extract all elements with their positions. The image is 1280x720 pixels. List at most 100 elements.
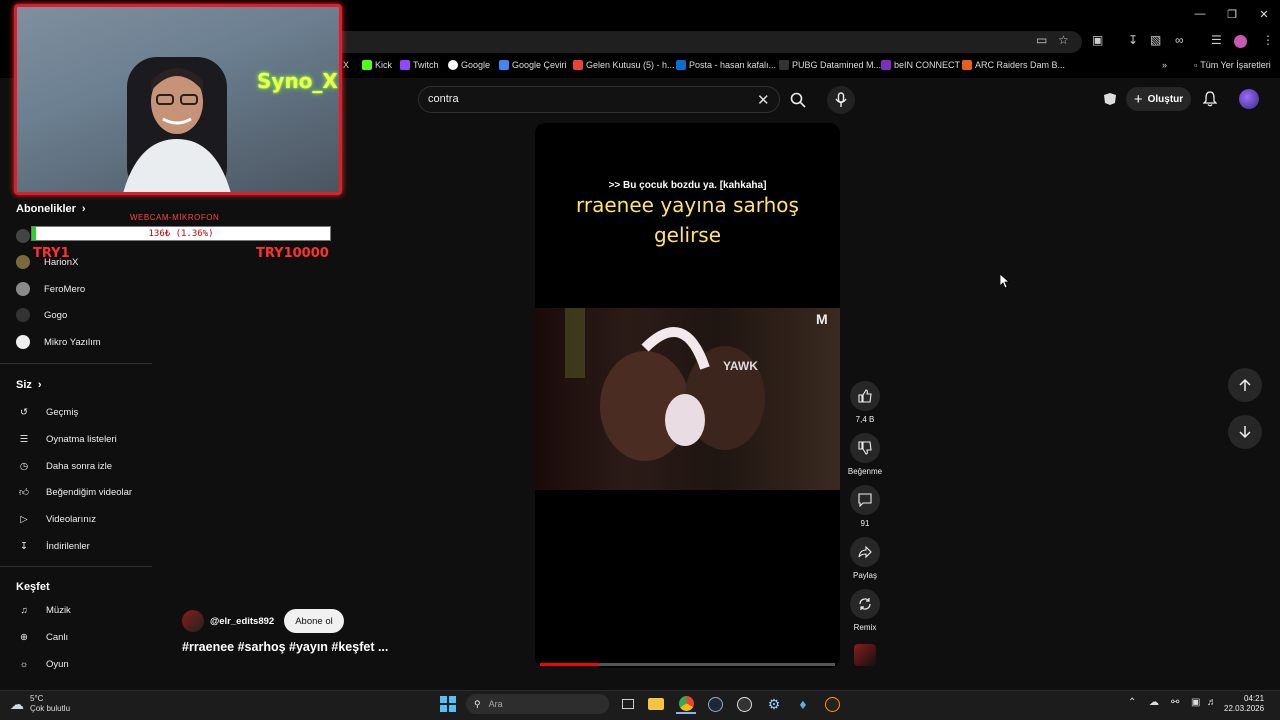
mail-icon: [676, 60, 686, 70]
svg-text:YAWK: YAWK: [723, 359, 758, 373]
download-icon[interactable]: ↧: [1128, 33, 1138, 47]
settings-gear-icon[interactable]: ⚙: [764, 694, 784, 714]
close-window-icon[interactable]: ✕: [1248, 0, 1280, 28]
bookmark-item[interactable]: Gelen Kutusu (5) - h...: [573, 60, 675, 70]
translate-icon[interactable]: ▧: [1150, 33, 1161, 47]
folder-icon: ▫: [1194, 60, 1198, 70]
explore-heading: Keşfet: [16, 581, 50, 593]
display-icon[interactable]: ▣: [1191, 697, 1200, 708]
search-input[interactable]: [418, 86, 780, 113]
bookmark-item[interactable]: Kick: [362, 60, 392, 70]
sidebar-item-music[interactable]: ♫ Müzik: [16, 602, 70, 618]
bein-icon: [881, 60, 891, 70]
bookmark-item[interactable]: PUBG Datamined M...: [779, 60, 881, 70]
chrome-icon[interactable]: [676, 694, 696, 714]
bookmark-item[interactable]: Google Çeviri: [499, 60, 567, 70]
subscriptions-heading[interactable]: Abonelikler ›: [16, 203, 86, 215]
volume-icon[interactable]: ♬: [1207, 697, 1217, 708]
sidebar-item-gaming[interactable]: ☼ Oyun: [16, 656, 69, 672]
gmail-icon: [573, 60, 583, 70]
task-view-icon[interactable]: [618, 694, 638, 714]
pubg-icon: [779, 60, 789, 70]
weather-widget[interactable]: ☁ 5°C Çok bulutlu: [10, 694, 70, 714]
next-short-button[interactable]: [1228, 415, 1262, 449]
sidebar-item-subscription[interactable]: Gogo: [16, 308, 67, 322]
sound-thumbnail[interactable]: [854, 644, 876, 666]
media-player-icon[interactable]: [822, 694, 842, 714]
search-button[interactable]: [781, 86, 815, 113]
taskbar: [0, 690, 1280, 720]
comment-icon: [858, 493, 872, 507]
twitch-icon: [400, 60, 410, 70]
bookmark-star-icon[interactable]: ☆: [1058, 33, 1069, 47]
share-button[interactable]: Paylaş: [846, 537, 884, 580]
short-title[interactable]: #rraenee #sarhoş #yayın #keşfet ...: [182, 640, 388, 654]
shorts-player[interactable]: >> Bu çocuk bozdu ya. [kahkaha] rraenee …: [535, 123, 840, 668]
video-progress-bar[interactable]: [540, 663, 835, 666]
notifications-bell-icon[interactable]: [1201, 90, 1219, 108]
channel-avatar: [16, 255, 30, 269]
cast-icon[interactable]: [1101, 90, 1119, 108]
steam-icon[interactable]: [705, 694, 725, 714]
previous-short-button[interactable]: [1228, 368, 1262, 402]
like-button[interactable]: 7,4 B: [846, 381, 884, 424]
sidebar-item-live[interactable]: ⊕ Canlı: [16, 629, 68, 645]
file-explorer-icon[interactable]: [646, 694, 666, 714]
mic-tray-icon[interactable]: ⚯: [1171, 697, 1179, 708]
sidebar-item-subscription[interactable]: Mikro Yazılım: [16, 335, 101, 349]
account-avatar[interactable]: [1239, 89, 1259, 109]
create-button[interactable]: + Oluştur: [1126, 87, 1191, 111]
sidebar-item-liked[interactable]: 👍︎ Beğendiğim videolar: [16, 484, 132, 500]
menu-dots-icon[interactable]: ⋮: [1262, 33, 1274, 47]
sidebar: Abonelikler › HarionX FeroMero Gogo Mikro…: [0, 195, 152, 690]
voice-search-button[interactable]: [827, 86, 855, 114]
obs-icon[interactable]: [734, 694, 754, 714]
profile-avatar[interactable]: [1234, 35, 1247, 48]
bookmark-item[interactable]: X: [343, 60, 349, 70]
network-cloud-icon[interactable]: ☁: [1149, 697, 1159, 708]
channel-avatar: [16, 229, 30, 243]
sidebar-item-subscription[interactable]: FeroMero: [16, 282, 85, 296]
bookmark-item[interactable]: ARC Raiders Dam B...: [962, 60, 1065, 70]
neon-sign: Syno_X: [257, 69, 338, 93]
taskbar-search[interactable]: ⚲ Ara: [466, 694, 609, 714]
app-icon[interactable]: ♦: [793, 694, 813, 714]
you-heading[interactable]: Siz ›: [16, 379, 42, 391]
bookmark-item[interactable]: Google: [448, 60, 490, 70]
subscribe-button[interactable]: Abone ol: [284, 609, 344, 633]
dislike-button[interactable]: Beğenme: [846, 433, 884, 476]
url-field[interactable]: [330, 31, 1082, 53]
channel-row: @elr_edits892 Abone ol: [182, 609, 344, 633]
bookmark-item[interactable]: Posta - hasan kafalı...: [676, 60, 776, 70]
install-app-icon[interactable]: ▭: [1036, 33, 1047, 47]
link-icon[interactable]: ∞: [1175, 33, 1184, 47]
search-icon: [790, 92, 806, 108]
remix-icon: [859, 598, 871, 610]
sidebar-item-playlists[interactable]: ☰ Oynatma listeleri: [16, 431, 117, 447]
divider: [0, 363, 152, 364]
channel-name[interactable]: @elr_edits892: [210, 616, 274, 627]
minimize-icon[interactable]: —: [1184, 0, 1216, 28]
sidebar-item-watch-later[interactable]: ◷ Daha sonra izle: [16, 458, 112, 474]
tray-chevron-up-icon[interactable]: ⌃: [1128, 697, 1136, 708]
sidebar-item-your-videos[interactable]: ▷ Videolarınız: [16, 511, 96, 527]
media-control-icon[interactable]: ☰: [1211, 33, 1222, 47]
extensions-icon[interactable]: ▣: [1092, 33, 1103, 47]
sidebar-item-downloads[interactable]: ↧ İndirilenler: [16, 538, 90, 554]
chevron-right-icon: ›: [37, 379, 42, 391]
sidebar-item-subscription[interactable]: [16, 229, 30, 243]
restore-icon[interactable]: ❐: [1216, 0, 1248, 28]
streamer-image: [123, 57, 231, 192]
taskbar-clock[interactable]: 04:21 22.03.2026: [1224, 694, 1264, 714]
remix-button[interactable]: Remix: [846, 589, 884, 632]
donation-min: TRY1: [33, 246, 70, 261]
all-bookmarks[interactable]: ▫ Tüm Yer İşaretleri: [1194, 60, 1271, 70]
channel-avatar[interactable]: [182, 610, 204, 632]
sidebar-item-history[interactable]: ↺ Geçmiş: [16, 404, 78, 420]
more-bookmarks-icon[interactable]: »: [1162, 60, 1167, 70]
windows-start-icon[interactable]: [438, 694, 458, 714]
bookmark-item[interactable]: Twitch: [400, 60, 439, 70]
clear-search-icon[interactable]: ✕: [757, 91, 770, 109]
bookmark-item[interactable]: beIN CONNECT: [881, 60, 960, 70]
comments-button[interactable]: 91: [846, 485, 884, 528]
